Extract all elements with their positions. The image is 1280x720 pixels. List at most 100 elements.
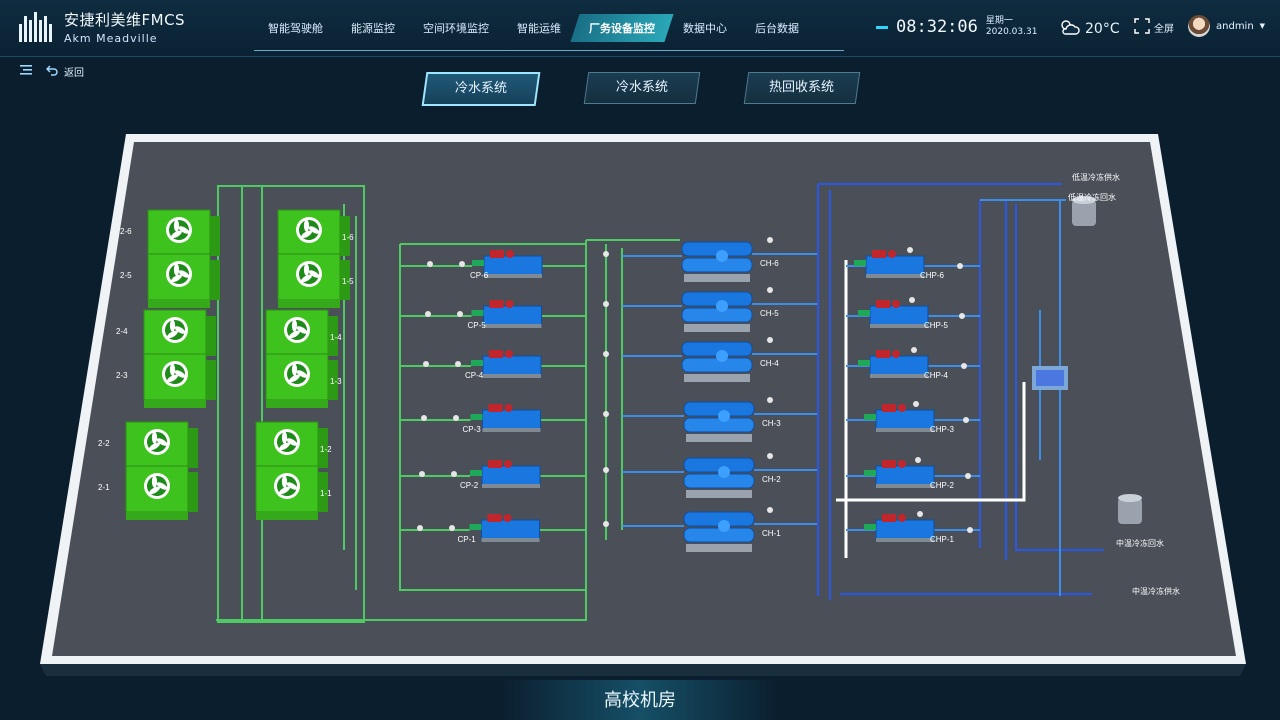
tower-label-2-1: 2-1	[98, 483, 110, 492]
tower-label-2-4: 2-4	[116, 327, 128, 336]
nav-item-facility-label: 厂务设备监控	[589, 22, 655, 35]
valve2-CH-4[interactable]	[767, 337, 773, 343]
chiller-CH-3[interactable]	[683, 401, 755, 442]
chp-label-CHP-3: CHP-3	[930, 425, 955, 434]
valve-CHP-3[interactable]	[913, 401, 919, 407]
weather-temp: 20°C	[1085, 21, 1120, 37]
valve2-CH-6[interactable]	[767, 237, 773, 243]
cooling-tower-1-1[interactable]	[255, 465, 328, 520]
valve2-CH-3[interactable]	[767, 397, 773, 403]
tab-chilled-water-1[interactable]: 冷水系统	[421, 72, 541, 106]
cooling-tower-2-3[interactable]	[143, 353, 216, 408]
valve-CH-3[interactable]	[603, 411, 609, 417]
valve2-CHP-1[interactable]	[967, 527, 973, 533]
chiller-CH-4[interactable]	[681, 341, 753, 382]
tab-chilled-water-2-label: 冷水系统	[615, 80, 668, 95]
tower-label-1-6: 1-6	[342, 233, 354, 242]
cooling-tower-1-5[interactable]	[277, 253, 350, 308]
valve2-CP-2[interactable]	[451, 471, 457, 477]
nav-underline	[254, 50, 844, 51]
valve-CP-2[interactable]	[419, 471, 425, 477]
system-tabs: 冷水系统 冷水系统 热回收系统	[421, 72, 861, 106]
chiller-label-CH-2: CH-2	[762, 475, 781, 484]
chiller-label-CH-6: CH-6	[760, 259, 779, 268]
valve2-CP-6[interactable]	[459, 261, 465, 267]
user-name: andmin	[1216, 20, 1254, 32]
chiller-CH-5[interactable]	[681, 291, 753, 332]
back-button[interactable]: 返回	[45, 64, 84, 79]
valve-CHP-4[interactable]	[911, 347, 917, 353]
back-label: 返回	[64, 68, 84, 79]
outlet-low-return: 低温冷冻回水	[1068, 192, 1116, 202]
tab-chilled-water-2[interactable]: 冷水系统	[583, 72, 701, 104]
chp-label-CHP-5: CHP-5	[924, 321, 949, 330]
valve-CP-5[interactable]	[425, 311, 431, 317]
chiller-CH-1[interactable]	[683, 511, 755, 552]
nav-item-datacenter[interactable]: 数据中心	[669, 14, 741, 42]
cooling-tower-1-3[interactable]	[265, 353, 338, 408]
chiller-plant-diagram: 2-6 2-5 2-4 2-3 2-2 2-1 1-6 1-5 1-4 1-3 1-2 1-1 CP-…	[0, 120, 1280, 680]
tower-label-1-4: 1-4	[330, 333, 342, 342]
chiller-CH-2[interactable]	[683, 457, 755, 498]
clock: 08:32:06 星期一 2020.03.31	[876, 16, 1037, 38]
nav-item-facility[interactable]: 厂务设备监控	[570, 14, 674, 42]
nav-item-cockpit[interactable]: 智能驾驶舱	[254, 14, 337, 42]
tab-heat-recovery-label: 热回收系统	[769, 80, 835, 95]
chiller-label-CH-5: CH-5	[760, 309, 779, 318]
heat-exchanger	[1032, 366, 1068, 390]
valve2-CP-4[interactable]	[455, 361, 461, 367]
pump-label-CP-6: CP-6	[470, 271, 489, 280]
nav-item-environment[interactable]: 空间环境监控	[409, 14, 503, 42]
outlet-low-supply: 低温冷冻供水	[1072, 172, 1120, 182]
valve2-CHP-6[interactable]	[957, 263, 963, 269]
valve2-CH-1[interactable]	[767, 507, 773, 513]
valve-CH-1[interactable]	[603, 521, 609, 527]
main-nav: 智能驾驶舱 能源监控 空间环境监控 智能运维 厂务设备监控 数据中心 后台数据	[254, 14, 813, 42]
floor	[52, 142, 1236, 656]
valve-CP-3[interactable]	[421, 415, 427, 421]
fullscreen-button[interactable]: 全屏	[1134, 18, 1174, 37]
valve-CP-6[interactable]	[427, 261, 433, 267]
chiller-CH-6[interactable]	[681, 241, 753, 282]
nav-item-maintenance[interactable]: 智能运维	[503, 14, 575, 42]
tower-label-1-5: 1-5	[342, 277, 354, 286]
cooling-tower-2-1[interactable]	[125, 465, 198, 520]
valve2-CHP-5[interactable]	[959, 313, 965, 319]
floor-shadow	[40, 664, 1246, 676]
valve2-CH-5[interactable]	[767, 287, 773, 293]
valve-CHP-5[interactable]	[909, 297, 915, 303]
menu-icon[interactable]	[20, 65, 32, 78]
tower-label-2-3: 2-3	[116, 371, 128, 380]
weather: 20°C	[1058, 18, 1120, 40]
valve-CHP-6[interactable]	[907, 247, 913, 253]
logo: 安捷利美维FMCS Akm Meadville	[18, 9, 185, 45]
valve-CH-2[interactable]	[603, 467, 609, 473]
valve-CP-1[interactable]	[417, 525, 423, 531]
valve-CH-5[interactable]	[603, 301, 609, 307]
chp-label-CHP-1: CHP-1	[930, 535, 955, 544]
valve2-CP-3[interactable]	[453, 415, 459, 421]
chp-label-CHP-4: CHP-4	[924, 371, 949, 380]
back-row: 返回	[20, 64, 84, 79]
pump-label-CP-1: CP-1	[458, 535, 477, 544]
user-menu[interactable]: andmin ▼	[1188, 15, 1265, 37]
valve2-CHP-3[interactable]	[963, 417, 969, 423]
cooling-tower-2-5[interactable]	[147, 253, 220, 308]
valve2-CP-1[interactable]	[449, 525, 455, 531]
pump-label-CP-5: CP-5	[468, 321, 487, 330]
tower-label-1-1: 1-1	[320, 489, 332, 498]
nav-item-energy[interactable]: 能源监控	[337, 14, 409, 42]
valve2-CHP-2[interactable]	[965, 473, 971, 479]
valve2-CP-5[interactable]	[457, 311, 463, 317]
valve2-CH-2[interactable]	[767, 453, 773, 459]
valve2-CHP-4[interactable]	[961, 363, 967, 369]
valve-CP-4[interactable]	[423, 361, 429, 367]
nav-item-backend[interactable]: 后台数据	[741, 14, 813, 42]
valve-CH-6[interactable]	[603, 251, 609, 257]
tab-heat-recovery[interactable]: 热回收系统	[743, 72, 861, 104]
clock-dash	[876, 25, 888, 29]
valve-CH-4[interactable]	[603, 351, 609, 357]
pump-label-CP-4: CP-4	[465, 371, 484, 380]
valve-CHP-2[interactable]	[915, 457, 921, 463]
valve-CHP-1[interactable]	[917, 511, 923, 517]
